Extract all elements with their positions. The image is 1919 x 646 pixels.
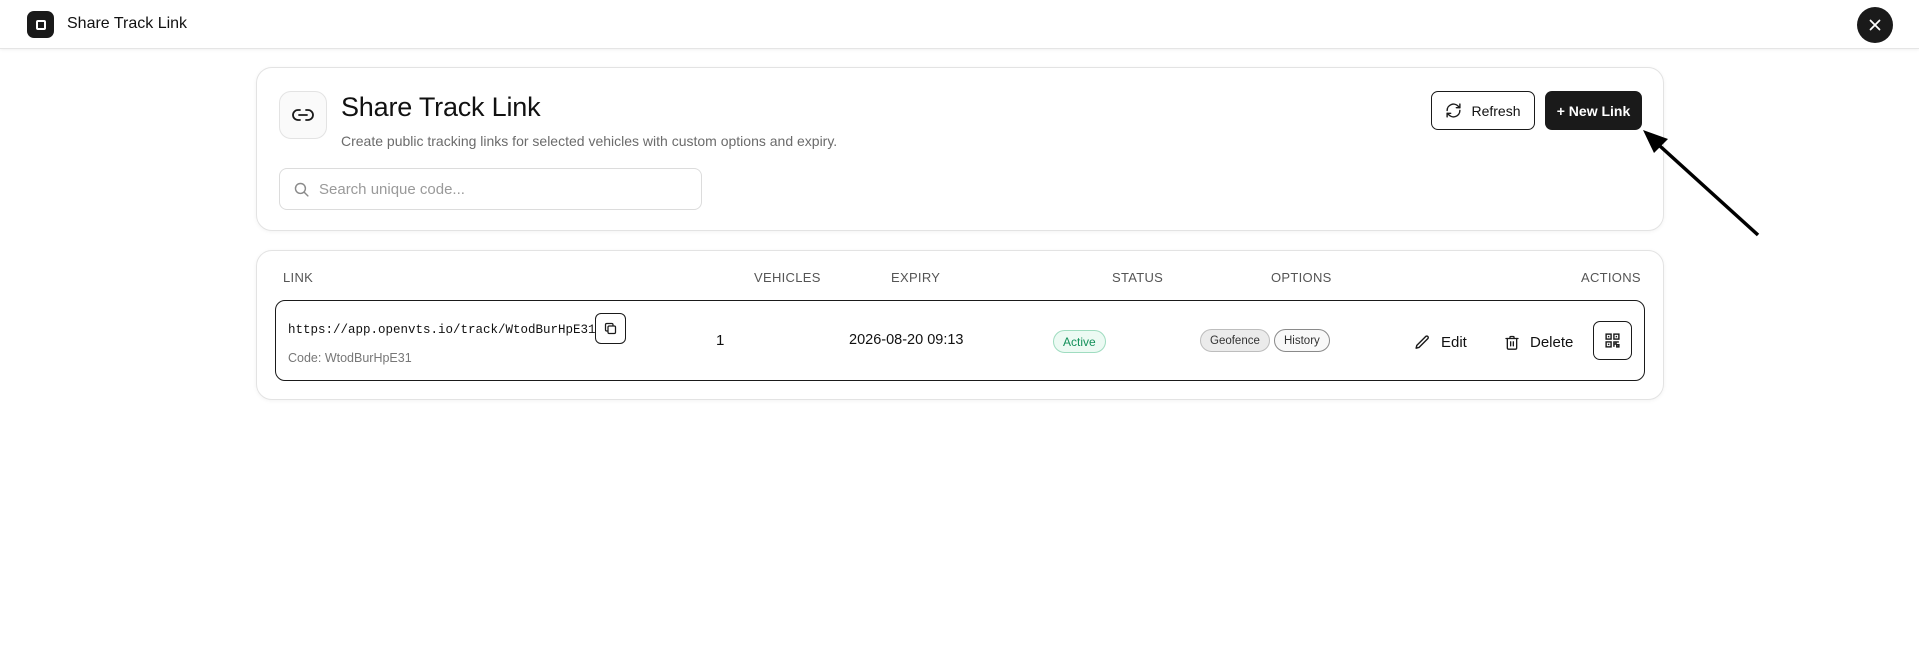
trash-icon (1505, 335, 1519, 350)
link-icon (292, 109, 314, 121)
column-header-actions: ACTIONS (1581, 270, 1641, 285)
link-code: Code: WtodBurHpE31 (288, 351, 412, 365)
link-url[interactable]: https://app.openvts.io/track/WtodBurHpE3… (288, 323, 596, 337)
column-header-vehicles: VEHICLES (754, 270, 821, 285)
table-row: https://app.openvts.io/track/WtodBurHpE3… (275, 300, 1645, 381)
links-table: LINK VEHICLES EXPIRY STATUS OPTIONS ACTI… (256, 250, 1664, 400)
close-icon (1869, 19, 1881, 31)
delete-button-label: Delete (1530, 333, 1574, 351)
qr-code-button[interactable] (1593, 321, 1632, 360)
column-header-link: LINK (283, 270, 314, 285)
app-square-icon (27, 11, 54, 38)
option-tag-history: History (1274, 329, 1330, 352)
search-icon (294, 182, 309, 197)
delete-button[interactable]: Delete (1504, 329, 1573, 355)
edit-button-label: Edit (1441, 333, 1467, 351)
close-button[interactable] (1857, 7, 1893, 43)
annotation-arrow (1643, 130, 1760, 237)
refresh-button-label: Refresh (1471, 102, 1521, 119)
qr-code-icon (1605, 333, 1620, 348)
search-input[interactable] (319, 169, 689, 209)
vehicles-count: 1 (716, 332, 725, 349)
edit-button[interactable]: Edit (1414, 329, 1467, 355)
column-header-expiry: EXPIRY (891, 270, 941, 285)
copy-icon (604, 322, 617, 335)
refresh-button[interactable]: Refresh (1431, 91, 1535, 130)
status-badge: Active (1053, 330, 1106, 353)
top-bar: Share Track Link (0, 0, 1919, 49)
app-title: Share Track Link (67, 15, 188, 32)
header-card: Share Track Link Create public tracking … (256, 67, 1664, 231)
refresh-icon (1446, 103, 1462, 118)
copy-link-button[interactable] (595, 313, 626, 344)
option-tag-geofence: Geofence (1200, 329, 1270, 352)
pencil-icon (1415, 334, 1429, 349)
link-badge (279, 91, 327, 139)
page-subtitle: Create public tracking links for selecte… (341, 133, 838, 149)
page-title: Share Track Link (341, 92, 541, 122)
column-header-options: OPTIONS (1271, 270, 1332, 285)
search-box (279, 168, 702, 210)
expiry-date: 2026-08-20 09:13 (849, 332, 964, 348)
column-header-status: STATUS (1112, 270, 1164, 285)
new-link-button[interactable]: + New Link (1545, 91, 1642, 130)
